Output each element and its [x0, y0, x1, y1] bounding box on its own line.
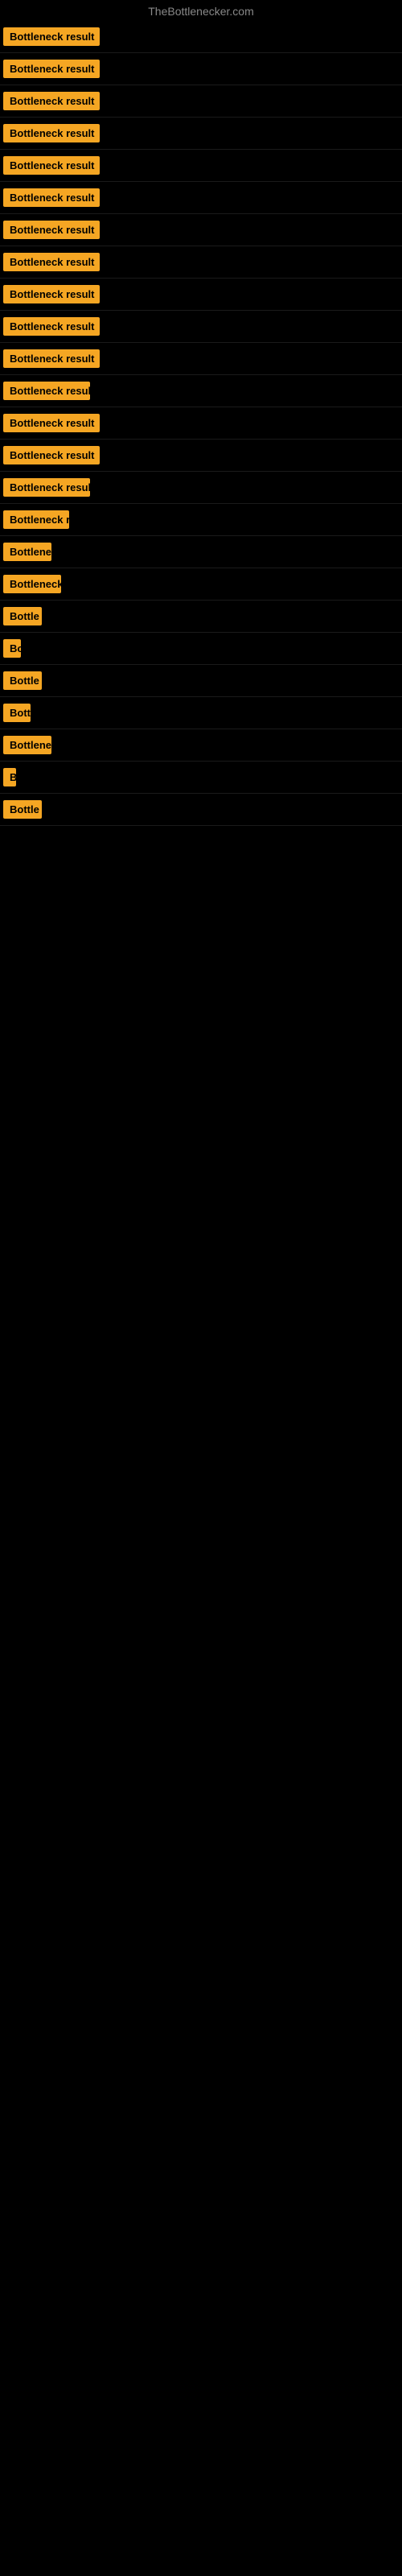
bottleneck-result-badge[interactable]: Bottleneck [3, 575, 61, 593]
bottleneck-result-badge[interactable]: Bottleneck result [3, 446, 100, 464]
list-item: Bottleneck resul [0, 375, 402, 407]
list-item: Bottleneck result [0, 214, 402, 246]
row-content: Bottlene [3, 736, 399, 754]
bottleneck-result-badge[interactable]: Bottleneck result [3, 285, 100, 303]
bottleneck-result-badge[interactable]: B [3, 768, 16, 786]
list-item: Bottleneck result [0, 150, 402, 182]
row-content: Bottlene [3, 543, 399, 561]
bottleneck-result-badge[interactable]: Bottle [3, 671, 42, 690]
row-content: Bottleneck result [3, 221, 399, 239]
bottleneck-result-badge[interactable]: Bottleneck result [3, 27, 100, 46]
bottleneck-result-badge[interactable]: Bottleneck resul [3, 478, 90, 497]
bottleneck-result-badge[interactable]: Bottleneck result [3, 124, 100, 142]
bottleneck-result-badge[interactable]: Bottleneck result [3, 60, 100, 78]
bottleneck-result-badge[interactable]: Bottlene [3, 736, 51, 754]
list-item: Bottleneck result [0, 85, 402, 118]
bottleneck-result-badge[interactable]: Bottleneck result [3, 349, 100, 368]
bottleneck-result-badge[interactable]: Bo [3, 639, 21, 658]
row-content: Bottleneck result [3, 253, 399, 271]
list-item: Bottleneck result [0, 53, 402, 85]
list-item: Bottleneck result [0, 343, 402, 375]
list-item: Bott [0, 697, 402, 729]
bottleneck-result-badge[interactable]: Bottleneck result [3, 188, 100, 207]
list-item: Bottle [0, 665, 402, 697]
bottleneck-result-badge[interactable]: Bottleneck result [3, 253, 100, 271]
row-content: Bottleneck result [3, 349, 399, 368]
bottleneck-result-badge[interactable]: Bottlene [3, 543, 51, 561]
list-item: Bottleneck [0, 568, 402, 601]
list-item: Bottleneck result [0, 246, 402, 279]
list-item: Bottleneck result [0, 440, 402, 472]
bottleneck-result-badge[interactable]: Bottleneck result [3, 317, 100, 336]
list-item: Bottleneck r [0, 504, 402, 536]
row-content: Bo [3, 639, 399, 658]
bottleneck-result-badge[interactable]: Bottle [3, 607, 42, 625]
list-item: Bottlene [0, 729, 402, 762]
list-item: Bottleneck result [0, 118, 402, 150]
list-item: Bottleneck resul [0, 472, 402, 504]
row-content: Bottleneck result [3, 317, 399, 336]
row-content: Bottleneck result [3, 414, 399, 432]
row-content: Bottleneck result [3, 156, 399, 175]
bottleneck-result-badge[interactable]: Bottleneck result [3, 221, 100, 239]
bottleneck-result-badge[interactable]: Bott [3, 704, 31, 722]
row-content: Bottleneck result [3, 92, 399, 110]
list-item: Bottleneck result [0, 182, 402, 214]
list-item: Bottle [0, 601, 402, 633]
row-content: Bottleneck result [3, 446, 399, 464]
site-title-text: TheBottlenecker.com [148, 5, 254, 18]
list-item: Bottleneck result [0, 311, 402, 343]
row-content: Bottleneck result [3, 285, 399, 303]
site-title: TheBottlenecker.com [0, 0, 402, 21]
row-content: B [3, 768, 399, 786]
row-content: Bottle [3, 607, 399, 625]
list-item: Bottlene [0, 536, 402, 568]
list-item: B [0, 762, 402, 794]
rows-container: Bottleneck result Bottleneck result Bottle… [0, 21, 402, 826]
bottleneck-result-badge[interactable]: Bottleneck resul [3, 382, 90, 400]
row-content: Bottleneck result [3, 188, 399, 207]
row-content: Bottle [3, 671, 399, 690]
row-content: Bottleneck r [3, 510, 399, 529]
bottleneck-result-badge[interactable]: Bottleneck result [3, 414, 100, 432]
bottleneck-result-badge[interactable]: Bottleneck result [3, 92, 100, 110]
row-content: Bottleneck result [3, 60, 399, 78]
row-content: Bottleneck result [3, 27, 399, 46]
bottleneck-result-badge[interactable]: Bottle [3, 800, 42, 819]
list-item: Bottle [0, 794, 402, 826]
list-item: Bottleneck result [0, 407, 402, 440]
row-content: Bottleneck resul [3, 382, 399, 400]
row-content: Bott [3, 704, 399, 722]
bottleneck-result-badge[interactable]: Bottleneck result [3, 156, 100, 175]
list-item: Bottleneck result [0, 21, 402, 53]
list-item: Bo [0, 633, 402, 665]
row-content: Bottle [3, 800, 399, 819]
row-content: Bottleneck result [3, 124, 399, 142]
row-content: Bottleneck [3, 575, 399, 593]
row-content: Bottleneck resul [3, 478, 399, 497]
bottleneck-result-badge[interactable]: Bottleneck r [3, 510, 69, 529]
list-item: Bottleneck result [0, 279, 402, 311]
